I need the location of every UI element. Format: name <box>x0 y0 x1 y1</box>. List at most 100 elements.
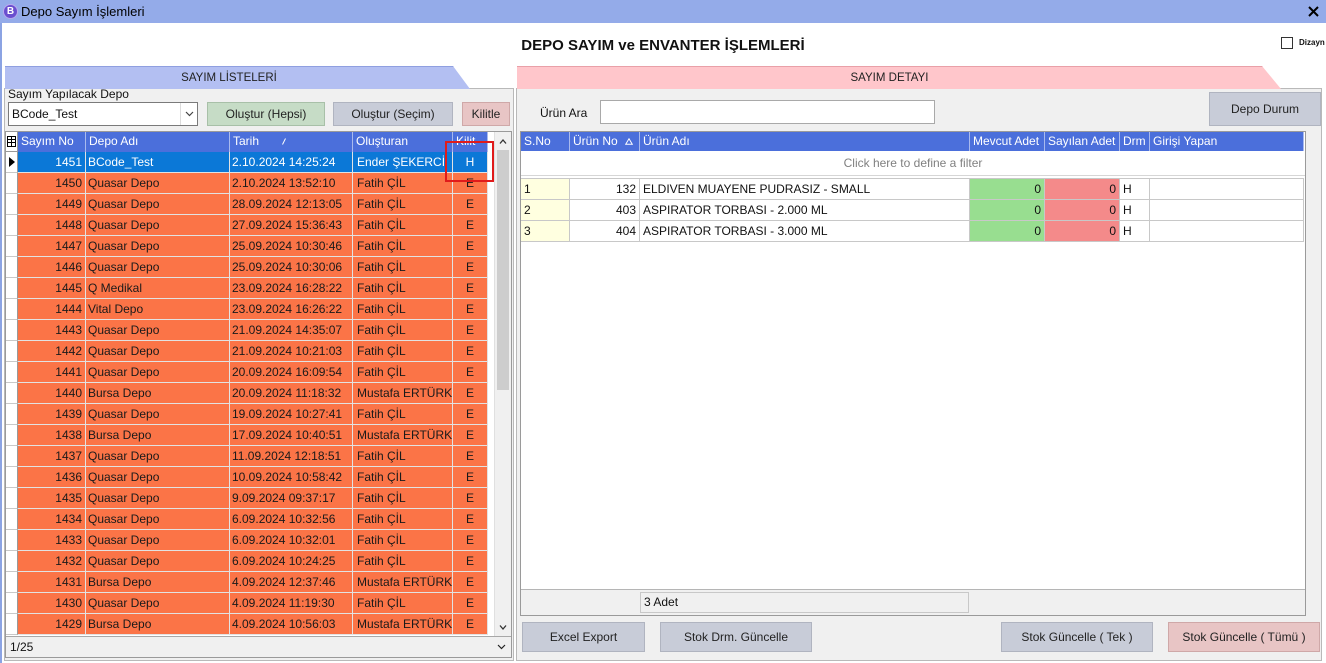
table-row[interactable]: 1 132 ELDIVEN MUAYENE PUDRASIZ - SMALL 0 0 H <box>521 179 1304 200</box>
scroll-up-button[interactable] <box>495 132 511 150</box>
update-stock-all-button[interactable]: Stok Güncelle ( Tümü ) <box>1168 622 1320 652</box>
row-indicator[interactable] <box>6 446 18 467</box>
depot-select-dropdown-button[interactable] <box>180 103 197 125</box>
pager-dropdown-button[interactable] <box>494 639 508 655</box>
depot-select[interactable]: BCode_Test <box>8 102 198 126</box>
column-header-urun-adi[interactable]: Ürün Adı <box>640 132 970 151</box>
table-row[interactable]: 1431 Bursa Depo 4.09.2024 12:37:46 Mustafa … <box>6 572 488 593</box>
row-indicator[interactable] <box>6 257 18 278</box>
column-header-olusturan[interactable]: Oluşturan <box>353 132 453 152</box>
column-header-label: Girişi Yapan <box>1153 134 1218 148</box>
table-row[interactable]: 1450 Quasar Depo 2.10.2024 13:52:10 Fatih Ç… <box>6 173 488 194</box>
row-indicator[interactable] <box>6 572 18 593</box>
row-indicator[interactable] <box>6 320 18 341</box>
row-indicator[interactable] <box>6 278 18 299</box>
row-indicator[interactable] <box>6 173 18 194</box>
lock-button[interactable]: Kilitle <box>462 102 510 126</box>
row-indicator[interactable] <box>6 530 18 551</box>
table-row[interactable]: 1441 Quasar Depo 20.09.2024 16:09:54 Fatih … <box>6 362 488 383</box>
sayilan-adet-cell[interactable]: 0 <box>1045 200 1120 221</box>
scrollbar-thumb[interactable] <box>497 150 509 390</box>
column-header-tarih[interactable]: Tarih <box>230 132 353 152</box>
kilit-cell: E <box>453 530 488 551</box>
table-row[interactable]: 1443 Quasar Depo 21.09.2024 14:35:07 Fatih … <box>6 320 488 341</box>
column-header-drm[interactable]: Drm <box>1120 132 1150 151</box>
row-indicator[interactable] <box>6 362 18 383</box>
table-row[interactable]: 1430 Quasar Depo 4.09.2024 11:19:30 Fatih Ç… <box>6 593 488 614</box>
olusturan-cell: Fatih ÇİL <box>353 404 453 425</box>
sayim-detail-grid: S.No Ürün No Ürün Adı Mevcut Adet Sayıla… <box>520 131 1306 616</box>
table-row[interactable]: 1436 Quasar Depo 10.09.2024 10:58:42 Fatih … <box>6 467 488 488</box>
row-indicator[interactable] <box>6 404 18 425</box>
excel-export-button[interactable]: Excel Export <box>522 622 645 652</box>
kilit-cell: E <box>453 320 488 341</box>
column-header-kilit[interactable]: Kilit <box>453 132 488 152</box>
design-checkbox[interactable] <box>1281 37 1293 49</box>
row-indicator[interactable] <box>6 236 18 257</box>
table-row[interactable]: 1448 Quasar Depo 27.09.2024 15:36:43 Fatih … <box>6 215 488 236</box>
update-stock-one-button[interactable]: Stok Güncelle ( Tek ) <box>1001 622 1153 652</box>
row-indicator[interactable] <box>6 341 18 362</box>
product-search-input[interactable] <box>600 100 935 124</box>
row-indicator[interactable] <box>6 488 18 509</box>
tarih-cell: 2.10.2024 13:52:10 <box>230 173 353 194</box>
tab-sayim-listeleri[interactable]: SAYIM LİSTELERİ <box>5 66 470 89</box>
table-row[interactable]: 1440 Bursa Depo 20.09.2024 11:18:32 Mustafa… <box>6 383 488 404</box>
row-indicator[interactable] <box>6 383 18 404</box>
table-row[interactable]: 1439 Quasar Depo 19.09.2024 10:27:41 Fatih … <box>6 404 488 425</box>
kilit-cell: E <box>453 215 488 236</box>
create-selected-button[interactable]: Oluştur (Seçim) <box>333 102 453 126</box>
table-row[interactable]: 1442 Quasar Depo 21.09.2024 10:21:03 Fatih … <box>6 341 488 362</box>
table-row[interactable]: 1447 Quasar Depo 25.09.2024 10:30:46 Fatih … <box>6 236 488 257</box>
close-button[interactable] <box>1302 2 1324 21</box>
tab-sayim-detayi[interactable]: SAYIM DETAYI <box>517 66 1281 89</box>
table-row[interactable]: 2 403 ASPIRATOR TORBASI - 2.000 ML 0 0 H <box>521 200 1304 221</box>
sayilan-adet-cell[interactable]: 0 <box>1045 179 1120 200</box>
kilit-cell: H <box>453 152 488 173</box>
column-header-sno[interactable]: S.No <box>521 132 570 151</box>
row-indicator[interactable] <box>6 215 18 236</box>
table-row[interactable]: 1433 Quasar Depo 6.09.2024 10:32:01 Fatih Ç… <box>6 530 488 551</box>
table-row[interactable]: 3 404 ASPIRATOR TORBASI - 3.000 ML 0 0 H <box>521 221 1304 242</box>
vertical-scrollbar[interactable] <box>494 132 511 636</box>
row-indicator[interactable] <box>6 509 18 530</box>
row-indicator[interactable] <box>6 299 18 320</box>
depo-adi-cell: Quasar Depo <box>86 341 230 362</box>
design-toggle[interactable]: Dizayn <box>1281 36 1326 52</box>
table-row[interactable]: 1446 Quasar Depo 25.09.2024 10:30:06 Fatih … <box>6 257 488 278</box>
grid-filter-row[interactable]: Click here to define a filter <box>521 152 1305 176</box>
table-row[interactable]: 1438 Bursa Depo 17.09.2024 10:40:51 Mustafa… <box>6 425 488 446</box>
row-indicator[interactable] <box>6 614 18 635</box>
scroll-down-button[interactable] <box>495 618 511 636</box>
table-row[interactable]: 1444 Vital Depo 23.09.2024 16:26:22 Fatih Ç… <box>6 299 488 320</box>
table-row[interactable]: 1435 Quasar Depo 9.09.2024 09:37:17 Fatih Ç… <box>6 488 488 509</box>
depot-status-button[interactable]: Depo Durum <box>1209 92 1321 126</box>
table-row[interactable]: 1449 Quasar Depo 28.09.2024 12:13:05 Fatih … <box>6 194 488 215</box>
table-row[interactable]: 1429 Bursa Depo 4.09.2024 10:56:03 Mustafa … <box>6 614 488 635</box>
urun-no-cell: 403 <box>570 200 640 221</box>
column-header-label: Kilit <box>456 134 476 148</box>
table-row[interactable]: 1445 Q Medikal 23.09.2024 16:28:22 Fatih Çİ… <box>6 278 488 299</box>
column-header-sayim-no[interactable]: Sayım No <box>18 132 86 152</box>
column-header-urun-no[interactable]: Ürün No <box>570 132 640 151</box>
table-row[interactable]: 1434 Quasar Depo 6.09.2024 10:32:56 Fatih Ç… <box>6 509 488 530</box>
update-stock-status-button[interactable]: Stok Drm. Güncelle <box>660 622 812 652</box>
column-header-mevcut-adet[interactable]: Mevcut Adet <box>970 132 1045 151</box>
table-row[interactable]: 1451 BCode_Test 2.10.2024 14:25:24 Ender ŞE… <box>6 152 488 173</box>
row-indicator[interactable] <box>6 551 18 572</box>
row-indicator[interactable] <box>6 425 18 446</box>
column-header-depo-adi[interactable]: Depo Adı <box>86 132 230 152</box>
kilit-cell: E <box>453 194 488 215</box>
table-row[interactable]: 1432 Quasar Depo 6.09.2024 10:24:25 Fatih Ç… <box>6 551 488 572</box>
row-indicator[interactable] <box>6 467 18 488</box>
column-header-girisi-yapan[interactable]: Girişi Yapan <box>1150 132 1304 151</box>
sayilan-adet-cell[interactable]: 0 <box>1045 221 1120 242</box>
column-chooser-button[interactable] <box>6 132 18 152</box>
tarih-cell: 25.09.2024 10:30:46 <box>230 236 353 257</box>
table-row[interactable]: 1437 Quasar Depo 11.09.2024 12:18:51 Fatih … <box>6 446 488 467</box>
row-indicator-arrow-icon[interactable] <box>6 152 18 173</box>
column-header-sayilan-adet[interactable]: Sayılan Adet <box>1045 132 1120 151</box>
create-all-button[interactable]: Oluştur (Hepsi) <box>207 102 325 126</box>
row-indicator[interactable] <box>6 194 18 215</box>
row-indicator[interactable] <box>6 593 18 614</box>
